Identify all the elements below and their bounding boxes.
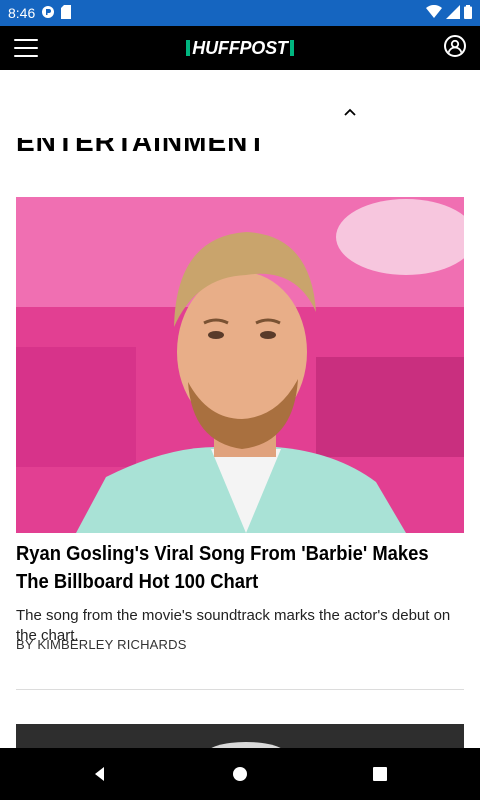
battery-icon (464, 4, 472, 22)
sim-card-icon (61, 4, 72, 22)
huffpost-logo[interactable]: HUFFPOST (186, 37, 294, 59)
logo-right-bar (289, 40, 294, 56)
logo-left-bar (186, 40, 191, 56)
chevron-up-icon[interactable] (342, 104, 358, 120)
cell-signal-icon (446, 4, 460, 22)
article-hero-image[interactable] (16, 197, 464, 533)
recents-icon[interactable] (370, 764, 390, 784)
divider (16, 689, 464, 690)
status-time: 8:46 (8, 5, 36, 21)
article-byline[interactable]: BY KIMBERLEY RICHARDS (16, 637, 187, 652)
logo-text: HUFFPOST (192, 37, 288, 58)
wifi-icon (426, 4, 442, 22)
home-icon[interactable] (230, 764, 250, 784)
section-title: ENTERTAINMENT (16, 138, 316, 164)
section-title-text: ENTERTAINMENT (16, 138, 267, 157)
status-bar: 8:46 (0, 0, 480, 26)
hamburger-menu-icon[interactable] (14, 36, 38, 60)
account-icon[interactable] (444, 35, 466, 57)
system-nav-bar (0, 748, 480, 800)
hero-illustration (16, 197, 464, 533)
back-icon[interactable] (90, 764, 110, 784)
data-saver-icon (41, 5, 55, 22)
app-bar: HUFFPOST (0, 26, 480, 70)
article-headline[interactable]: Ryan Gosling's Viral Song From 'Barbie' … (16, 540, 464, 596)
